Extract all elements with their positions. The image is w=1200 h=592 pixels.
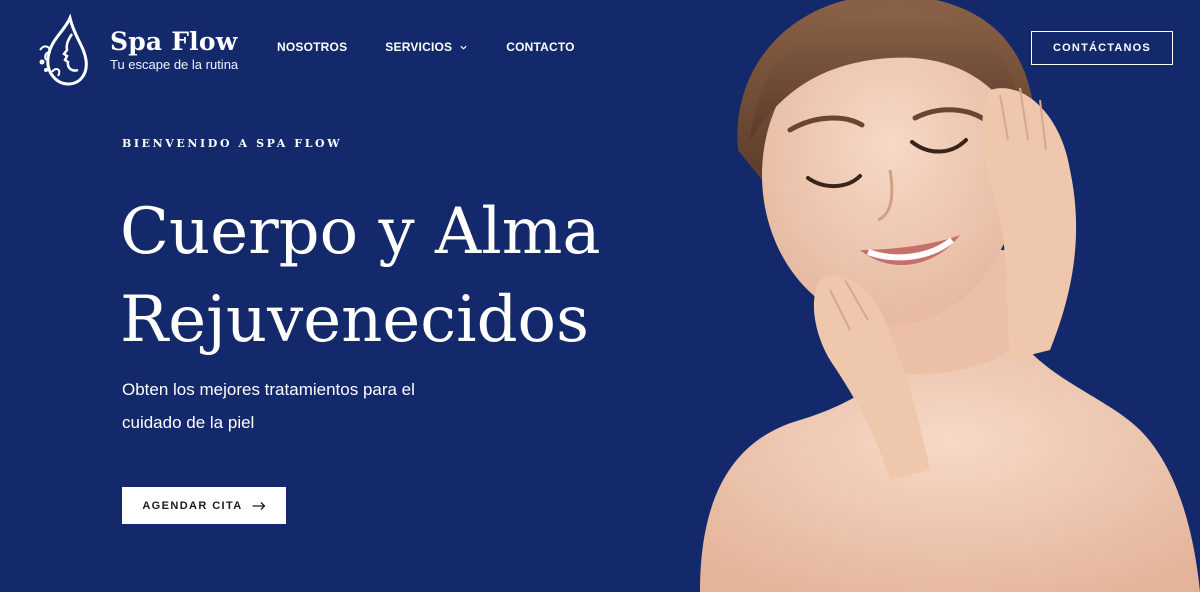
nav-item-label: CONTACTO [506,40,575,54]
headline-line-2: Rejuvenecidos [120,283,589,357]
chevron-down-icon [460,45,467,50]
brand-tagline: Tu escape de la rutina [110,56,239,72]
subtitle-line-2: cuidado de la piel [122,413,255,432]
hero-headline: Cuerpo y Alma Rejuvenecidos [120,188,680,364]
nav-item-servicios[interactable]: SERVICIOS [385,40,468,54]
nav-item-label: SERVICIOS [385,40,453,54]
headline-line-1: Cuerpo y Alma [120,195,601,269]
subtitle-line-1: Obten los mejores tratamientos para el [122,380,415,399]
brand-name: Spa Flow [110,26,238,56]
nav-item-label: NOSOTROS [277,40,348,54]
main-nav: NOSOTROS SERVICIOS CONTACTO [277,40,613,54]
book-appointment-label: AGENDAR CITA [142,499,243,512]
woman-portrait-image [700,0,1200,592]
hero-section: Spa Flow Tu escape de la rutina NOSOTROS… [0,0,1200,592]
brand-logo[interactable]: Spa Flow Tu escape de la rutina [34,14,238,86]
hero-subtitle: Obten los mejores tratamientos para el c… [122,373,502,439]
book-appointment-button[interactable]: AGENDAR CITA [122,487,286,524]
woman-profile-drop-icon [39,14,88,86]
nav-item-contacto[interactable]: CONTACTO [506,40,575,54]
hero-eyebrow: BIENVENIDO A SPA FLOW [122,137,343,150]
arrow-right-icon [252,501,266,510]
nav-item-nosotros[interactable]: NOSOTROS [277,40,347,54]
